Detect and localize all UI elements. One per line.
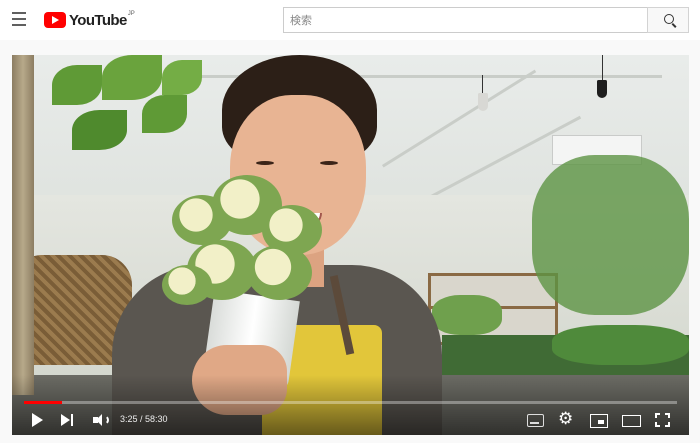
search-icon: [664, 14, 674, 24]
progress-bar[interactable]: [24, 401, 677, 404]
fullscreen-icon[interactable]: [654, 410, 672, 430]
controls-overlay: [12, 375, 689, 435]
masthead: YouTube JP: [0, 0, 700, 40]
miniplayer-icon[interactable]: [590, 410, 608, 430]
search-box: [283, 7, 648, 33]
youtube-logo[interactable]: YouTube JP: [44, 11, 135, 29]
hamburger-menu-icon[interactable]: [12, 12, 30, 28]
search-input[interactable]: [284, 8, 647, 32]
search-button[interactable]: [647, 7, 689, 33]
next-icon[interactable]: [60, 410, 76, 430]
play-icon[interactable]: [30, 410, 44, 430]
gear-icon[interactable]: [558, 409, 576, 430]
youtube-play-logo-icon: [44, 12, 66, 28]
logo-text: YouTube: [69, 11, 127, 29]
logo-country-code: JP: [127, 11, 135, 17]
volume-icon[interactable]: [92, 410, 110, 430]
captions-icon[interactable]: [526, 410, 544, 430]
video-player[interactable]: 3:25 / 58:30: [12, 55, 689, 435]
theater-mode-icon[interactable]: [622, 410, 641, 430]
time-display: 3:25 / 58:30: [120, 414, 168, 424]
progress-bar-played: [24, 401, 63, 404]
